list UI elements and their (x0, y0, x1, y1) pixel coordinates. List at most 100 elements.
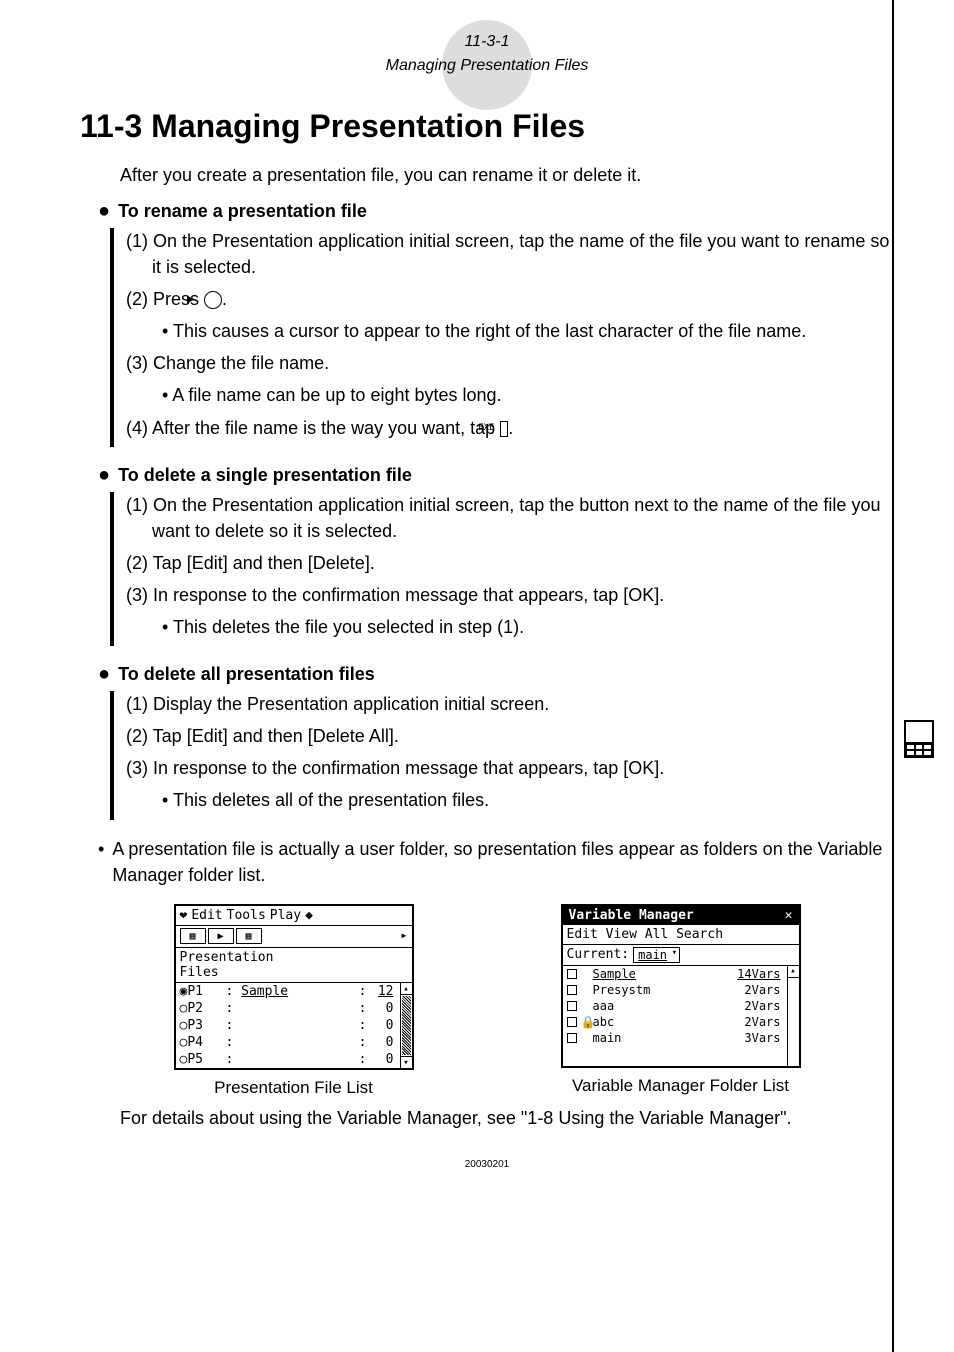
row-filename (241, 1035, 355, 1050)
delete-all-heading: ● To delete all presentation files (98, 664, 894, 685)
vm-current-label: Current: (567, 947, 630, 962)
menu-play: Play (270, 908, 301, 923)
row-filename (241, 1018, 355, 1033)
folder-note-text: A presentation file is actually a user f… (112, 836, 894, 888)
procedure-bar (110, 228, 114, 447)
row-colon2: : (356, 984, 370, 999)
row-vars-count: 2Vars (733, 1015, 783, 1029)
vm-list-row: Presystm2Vars (563, 982, 799, 998)
presentation-file-list: ◉P1: Sample:12○P2: :0○P3: :0○P4: :0○P5: … (176, 983, 412, 1068)
row-radio-label: ○P5 (180, 1052, 226, 1067)
delete-one-title: To delete a single presentation file (118, 465, 412, 486)
right-arrow-key-icon: ▶ (204, 291, 222, 309)
scrollbar: ▴ ▾ (400, 983, 412, 1068)
delete-one-step1: (1) On the Presentation application init… (126, 492, 894, 544)
folder-note: • A presentation file is actually a user… (98, 836, 894, 888)
bullet-dot-icon: ● (98, 201, 110, 221)
row-value: 0 (370, 1035, 396, 1050)
row-vars-count: 3Vars (733, 1031, 783, 1045)
page-header: 11-3-1 Managing Presentation Files (80, 30, 894, 78)
row-folder-name: main (593, 1031, 733, 1045)
row-filename (241, 1001, 355, 1016)
rename-step2-sub: • This causes a cursor to appear to the … (162, 318, 894, 344)
row-checkbox (567, 1015, 581, 1029)
row-folder-name: abc (593, 1015, 733, 1029)
row-checkbox (567, 983, 581, 997)
row-filename: Sample (241, 984, 355, 999)
page-side-icon (904, 720, 934, 758)
variable-manager-screen: Variable Manager ✕ Edit View All Search … (561, 904, 801, 1068)
row-checkbox (567, 999, 581, 1013)
row-colon: : (226, 1052, 242, 1067)
menu-tools: Tools (227, 908, 266, 923)
toolbar-expand-icon: ▸ (400, 928, 407, 942)
menu-down-icon: ❤ (180, 908, 188, 923)
close-icon: ✕ (785, 908, 793, 923)
vm-list-row: main3Vars (563, 1030, 799, 1046)
vm-current-select: main (633, 947, 680, 963)
presentation-list-row: ○P3: :0 (176, 1017, 412, 1034)
vm-title-text: Variable Manager (569, 908, 694, 923)
presentation-toolbar: ▦ ▶ ▦ ▸ (176, 926, 412, 948)
rename-step3-sub: • A file name can be up to eight bytes l… (162, 382, 894, 408)
row-value: 12 (370, 984, 396, 999)
delete-all-step2: (2) Tap [Edit] and then [Delete All]. (126, 723, 894, 749)
row-folder-name: Sample (593, 967, 733, 981)
vm-titlebar: Variable Manager ✕ (563, 906, 799, 925)
exe-key-icon: EXE (500, 421, 508, 437)
delete-one-step2: (2) Tap [Edit] and then [Delete]. (126, 550, 894, 576)
vm-list-row: Sample14Vars (563, 966, 799, 982)
procedure-bar (110, 691, 114, 819)
figure1-caption: Presentation File List (214, 1078, 373, 1098)
footer-code: 20030201 (80, 1159, 894, 1170)
delete-one-procedure: (1) On the Presentation application init… (110, 492, 894, 646)
presentation-list-row: ◉P1: Sample:12 (176, 983, 412, 1000)
row-checkbox (567, 967, 581, 981)
row-value: 0 (370, 1018, 396, 1033)
rename-heading: ● To rename a presentation file (98, 201, 894, 222)
presentation-header: Presentation Files (176, 948, 412, 983)
vm-current-row: Current: main (563, 945, 799, 966)
figure2-caption: Variable Manager Folder List (572, 1076, 789, 1096)
vm-menubar: Edit View All Search (563, 925, 799, 945)
closing-text: For details about using the Variable Man… (120, 1108, 894, 1129)
menu-diamond-icon: ◆ (305, 908, 313, 923)
toolbar-icon-1: ▦ (180, 928, 206, 944)
toolbar-icon-2: ▶ (208, 928, 234, 944)
scroll-down-icon: ▾ (401, 1056, 412, 1068)
row-radio-label: ◉P1 (180, 984, 226, 999)
row-value: 0 (370, 1052, 396, 1067)
presentation-list-row: ○P4: :0 (176, 1034, 412, 1051)
delete-all-title: To delete all presentation files (118, 664, 375, 685)
bullet-dot-icon: ● (98, 664, 110, 684)
page-border-right (892, 0, 894, 1352)
delete-one-step3: (3) In response to the confirmation mess… (126, 582, 894, 608)
row-colon2: : (356, 1018, 370, 1033)
row-lock-icon (581, 983, 593, 997)
scroll-up-icon: ▴ (401, 983, 412, 995)
row-checkbox (567, 1031, 581, 1045)
row-vars-count: 14Vars (733, 967, 783, 981)
row-colon2: : (356, 1035, 370, 1050)
row-lock-icon: 🔒 (581, 1015, 593, 1029)
procedure-bar (110, 492, 114, 646)
delete-all-procedure: (1) Display the Presentation application… (110, 691, 894, 819)
bullet-dot-icon: ● (98, 465, 110, 485)
presentation-list-row: ○P5: :0 (176, 1051, 412, 1068)
row-lock-icon (581, 999, 593, 1013)
row-colon: : (226, 1018, 242, 1033)
row-radio-label: ○P2 (180, 1001, 226, 1016)
row-radio-label: ○P4 (180, 1035, 226, 1050)
presentation-menubar: ❤ Edit Tools Play ◆ (176, 906, 412, 926)
menu-edit: Edit (191, 908, 222, 923)
row-vars-count: 2Vars (733, 999, 783, 1013)
row-colon: : (226, 1001, 242, 1016)
presentation-header-l1: Presentation (180, 950, 408, 965)
presentation-header-l2: Files (180, 965, 408, 980)
delete-all-step3-sub: • This deletes all of the presentation f… (162, 787, 894, 813)
delete-all-step1: (1) Display the Presentation application… (126, 691, 894, 717)
rename-step4-prefix: (4) After the file name is the way you w… (126, 418, 500, 438)
intro-text: After you create a presentation file, yo… (120, 165, 894, 186)
row-colon2: : (356, 1001, 370, 1016)
row-lock-icon (581, 967, 593, 981)
